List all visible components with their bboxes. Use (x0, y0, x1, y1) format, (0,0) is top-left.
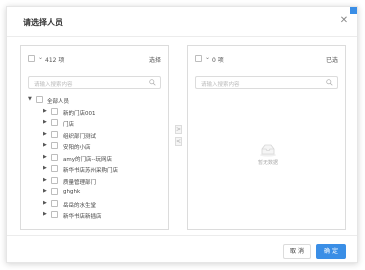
empty-box-icon (260, 144, 276, 157)
tree-node-label: 质量管理部门 (63, 179, 97, 186)
move-left-button[interactable]: < (175, 137, 182, 146)
tree-node-label: 新华书店苏州采购门店 (63, 168, 119, 174)
source-select-all-checkbox[interactable] (28, 55, 35, 62)
screen: 请选择人员 ✕ ⌄ 412 项 选择 请输入搜索内容 ▼ 全部人员 ▶ 新的门店… (0, 0, 365, 270)
tree-node[interactable]: ▶ amy的门店--玩网店 (21, 152, 168, 163)
tree-node-label: 新的门店001 (63, 110, 96, 117)
tree-node[interactable]: ▶ 新华书店新插店 (21, 209, 168, 220)
target-panel-header: ⌄ 0 项 已选 (188, 46, 345, 70)
tree-node-label: ghghk (63, 189, 81, 195)
tree-node-label: 新华书店新插店 (63, 214, 102, 220)
tree-node-label: 组织部门测试 (63, 133, 97, 140)
tree-node[interactable]: ▶ 新华书店苏州采购门店 (21, 163, 168, 174)
tree-node-label: amy的门店--玩网店 (63, 156, 112, 163)
tree-node-checkbox[interactable] (51, 119, 58, 126)
target-panel: ⌄ 0 项 已选 请输入搜索内容 暂无数据 (187, 45, 346, 230)
select-person-dialog: 请选择人员 ✕ ⌄ 412 项 选择 请输入搜索内容 ▼ 全部人员 ▶ 新的门店… (6, 6, 358, 263)
caret-right-icon[interactable]: ▶ (43, 119, 47, 125)
tree-node-label: 门店 (63, 122, 75, 128)
caret-right-icon[interactable]: ▶ (43, 154, 47, 160)
search-icon (149, 79, 156, 86)
tree-node-checkbox[interactable] (51, 130, 58, 138)
caret-down-icon[interactable]: ▼ (28, 96, 32, 102)
caret-right-icon[interactable]: ▶ (43, 200, 47, 206)
tree-node-checkbox[interactable] (51, 188, 58, 195)
confirm-button[interactable]: 确 定 (316, 244, 346, 259)
empty-state: 暂无数据 (243, 143, 293, 166)
tree-node-checkbox[interactable] (51, 107, 58, 115)
chevron-down-icon[interactable]: ⌄ (38, 54, 43, 61)
source-count: 412 项 (45, 57, 65, 64)
tree-node[interactable]: ▶ 岳岳的水生堂 (21, 198, 168, 209)
tree-node-checkbox[interactable] (51, 153, 58, 161)
tree-node-checkbox[interactable] (51, 165, 58, 172)
source-search-input[interactable]: 请输入搜索内容 (28, 76, 161, 89)
caret-right-icon[interactable]: ▶ (43, 188, 47, 194)
target-selected-label: 已选 (325, 57, 338, 64)
caret-right-icon[interactable]: ▶ (43, 177, 47, 183)
caret-right-icon[interactable]: ▶ (43, 142, 47, 148)
target-select-all-checkbox[interactable] (195, 55, 202, 62)
tree-node-label: 全部人员 (47, 99, 70, 105)
move-right-button[interactable]: > (175, 125, 182, 134)
tree-node-root[interactable]: ▼ 全部人员 (21, 94, 168, 105)
tree-node[interactable]: ▶ 新的门店001 (21, 106, 168, 117)
cancel-button[interactable]: 取 消 (283, 244, 311, 259)
tree-node-label: 安阳的小店 (63, 145, 91, 151)
source-selected-label: 选择 (148, 57, 161, 64)
chevron-down-icon[interactable]: ⌄ (205, 54, 210, 61)
tree-node[interactable]: ▶ 门店 (21, 117, 168, 128)
search-icon (326, 79, 333, 86)
tree-node-label: 岳岳的水生堂 (63, 202, 97, 209)
tree-node[interactable]: ▶ 组织部门测试 (21, 129, 168, 140)
source-search-placeholder: 请输入搜索内容 (34, 82, 73, 88)
tree-node[interactable]: ▶ ghghk (21, 186, 168, 197)
caret-right-icon[interactable]: ▶ (43, 165, 47, 171)
dialog-footer: 取 消 确 定 (7, 235, 357, 264)
target-search-input[interactable]: 请输入搜索内容 (195, 76, 338, 89)
dialog-title: 请选择人员 (23, 18, 63, 27)
caret-right-icon[interactable]: ▶ (43, 211, 47, 217)
source-panel: ⌄ 412 项 选择 请输入搜索内容 ▼ 全部人员 ▶ 新的门店001 ▶ 门店… (20, 45, 169, 230)
tree-node[interactable]: ▶ 安阳的小店 (21, 140, 168, 151)
target-count: 0 项 (212, 57, 224, 64)
caret-right-icon[interactable]: ▶ (43, 131, 47, 137)
caret-right-icon[interactable]: ▶ (43, 108, 47, 114)
close-icon[interactable]: ✕ (339, 16, 349, 26)
tree-node-checkbox[interactable] (51, 199, 58, 207)
tree-node[interactable]: ▶ 质量管理部门 (21, 175, 168, 186)
tree-node-checkbox[interactable] (51, 142, 58, 149)
target-search-placeholder: 请输入搜索内容 (201, 82, 240, 88)
tree-node-checkbox[interactable] (36, 96, 43, 103)
dialog-header: 请选择人员 ✕ (7, 7, 357, 37)
source-panel-header: ⌄ 412 项 选择 (21, 46, 168, 70)
empty-text: 暂无数据 (257, 160, 278, 166)
tree-node-checkbox[interactable] (51, 176, 58, 184)
tree-node-checkbox[interactable] (51, 211, 58, 218)
